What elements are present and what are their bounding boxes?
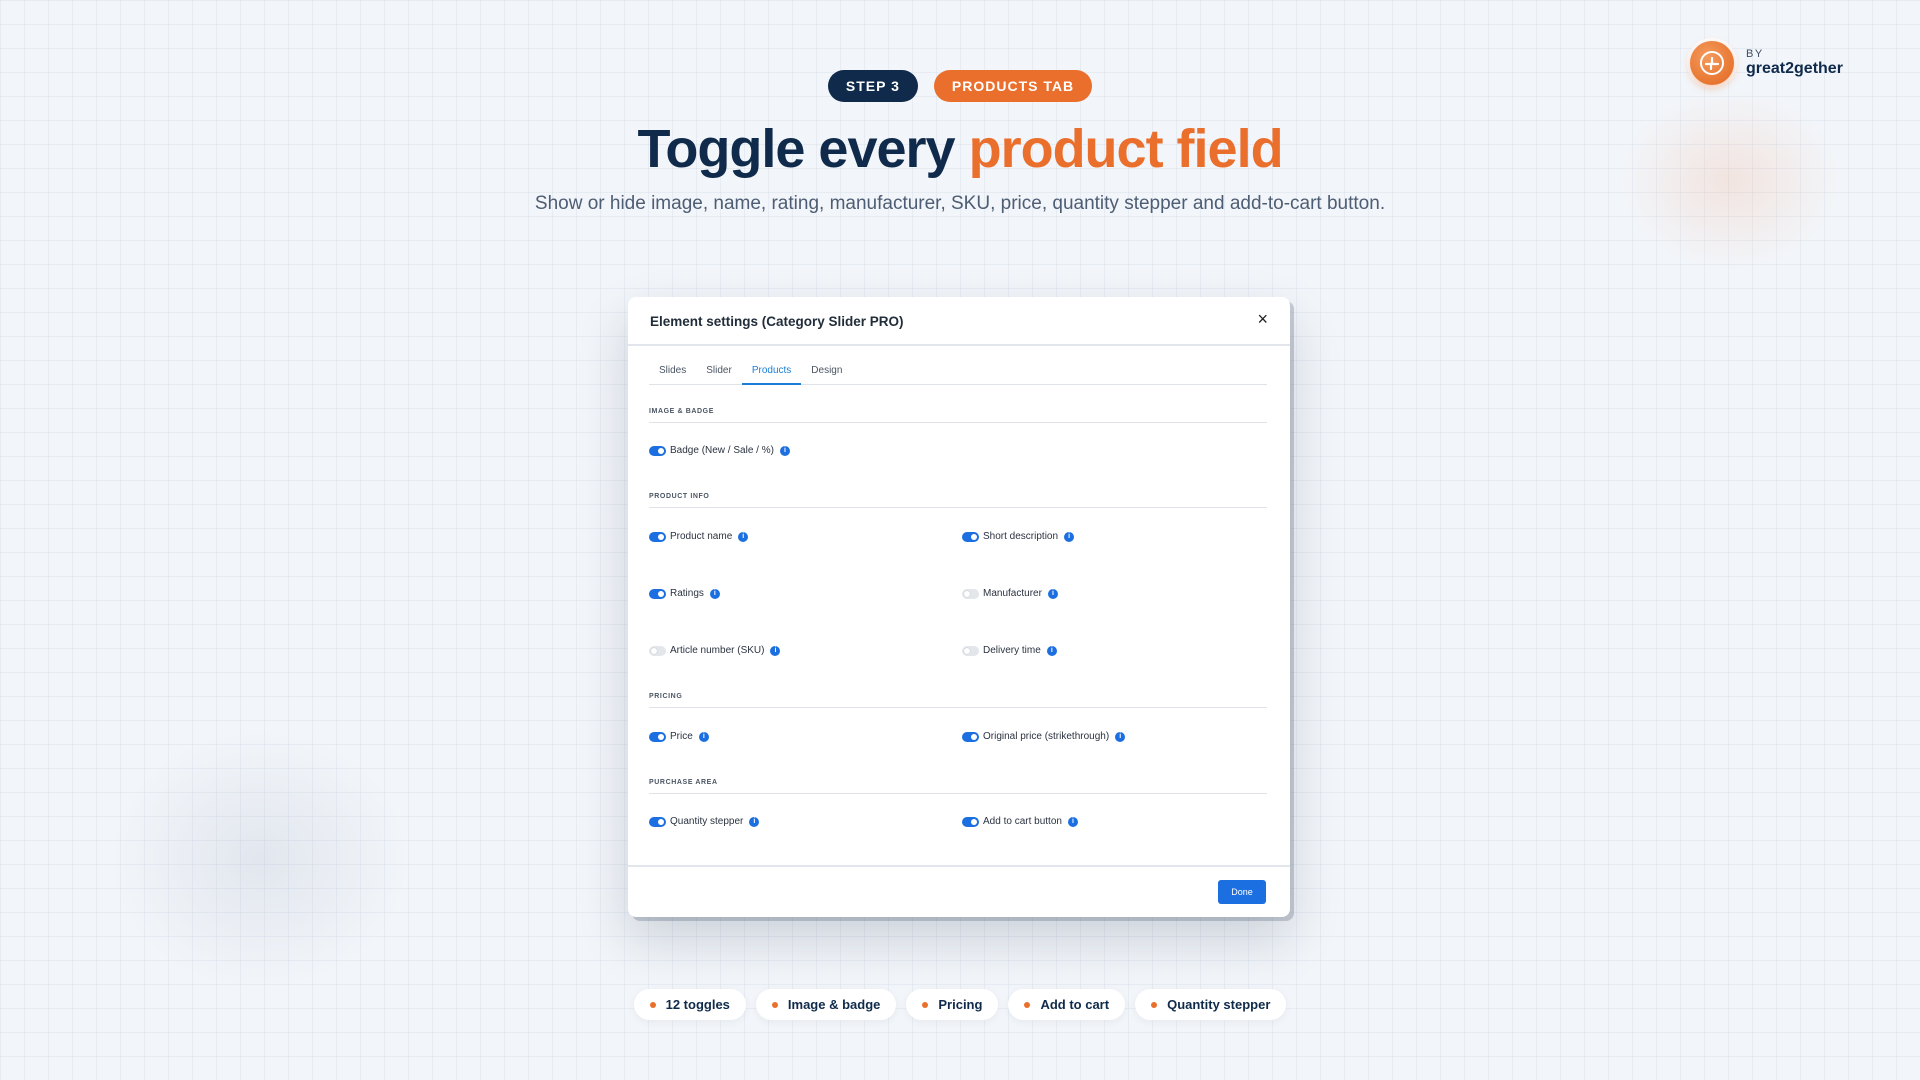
modal-header: Element settings (Category Slider PRO) × [628,297,1290,346]
toggle-row-price: Price i [649,731,709,742]
chip-toggles: 12 toggles [633,989,746,1020]
toggle-row-ratings: Ratings i [649,588,720,599]
chip-label: 12 toggles [665,997,730,1012]
chip-label: Quantity stepper [1167,997,1271,1012]
short-description-toggle[interactable] [962,531,979,542]
info-icon[interactable]: i [1064,531,1075,542]
subtitle: Show or hide image, name, rating, manufa… [534,193,1386,214]
modal-title: Element settings (Category Slider PRO) [650,314,904,329]
step-pill: STEP 3 [827,70,918,102]
chip-add-to-cart: Add to cart [1008,989,1126,1020]
quantity-stepper-toggle[interactable] [649,816,666,827]
product-name-label: Product name [670,531,733,542]
brand-by: BY [1746,48,1764,61]
ratings-toggle[interactable] [649,588,666,599]
chip-label: Image & badge [787,997,881,1012]
tab-bar: Slides Slider Products Design [649,358,1267,385]
sku-toggle[interactable] [649,645,666,656]
info-icon[interactable]: i [698,731,709,742]
quantity-stepper-label: Quantity stepper [670,816,744,827]
info-icon[interactable]: i [1046,645,1057,656]
delivery-time-label: Delivery time [983,645,1041,656]
short-description-label: Short description [983,531,1059,542]
tab-slides[interactable]: Slides [649,358,696,385]
tab-pill: PRODUCTS TAB [933,70,1093,102]
chip-dot-icon [922,1001,929,1008]
info-icon[interactable]: i [1067,816,1078,827]
headline: Toggle every product field [0,118,1920,180]
info-icon[interactable]: i [770,645,781,656]
feature-chips: 12 toggles Image & badge Pricing Add to … [0,989,1920,1020]
headline-main: Toggle every [637,119,955,179]
original-price-label: Original price (strikethrough) [983,731,1110,742]
sku-label: Article number (SKU) [670,645,765,656]
background-glow-orange [1620,90,1840,270]
background-glow-grey [110,730,410,990]
badge-label: Badge (New / Sale / %) [670,445,774,456]
ratings-label: Ratings [670,588,704,599]
tab-design[interactable]: Design [801,358,852,385]
done-button[interactable]: Done [1218,880,1266,904]
toggle-row-quantity-stepper: Quantity stepper i [649,816,760,827]
info-icon[interactable]: i [1047,588,1058,599]
toggle-row-delivery-time: Delivery time i [962,645,1057,656]
toggle-row-original-price: Original price (strikethrough) i [962,731,1126,742]
tab-products[interactable]: Products [741,358,802,385]
chip-dot-icon [1151,1001,1158,1008]
section-purchase-area: PURCHASE AREA [649,779,1267,794]
add-to-cart-toggle[interactable] [962,816,979,827]
info-icon[interactable]: i [1115,731,1126,742]
add-to-cart-label: Add to cart button [983,816,1062,827]
chip-pricing: Pricing [906,989,999,1020]
original-price-toggle[interactable] [962,731,979,742]
toggle-row-manufacturer: Manufacturer i [962,588,1058,599]
section-pricing: PRICING [649,693,1267,708]
product-name-toggle[interactable] [649,531,666,542]
chip-dot-icon [649,1001,656,1008]
badge-toggle[interactable] [649,445,666,456]
chip-quantity-stepper: Quantity stepper [1135,989,1287,1020]
close-icon[interactable]: × [1257,310,1268,328]
section-image-badge: IMAGE & BADGE [649,408,1267,423]
toggle-row-sku: Article number (SKU) i [649,645,781,656]
info-icon[interactable]: i [779,445,790,456]
tab-slider[interactable]: Slider [696,358,742,385]
info-icon[interactable]: i [709,588,720,599]
delivery-time-toggle[interactable] [962,645,979,656]
toggle-row-short-description: Short description i [962,531,1075,542]
price-label: Price [670,731,693,742]
price-toggle[interactable] [649,731,666,742]
header-pills: STEP 3 PRODUCTS TAB [0,70,1920,102]
chip-label: Add to cart [1040,997,1110,1012]
toggle-row-badge: Badge (New / Sale / %) i [649,445,790,456]
chip-dot-icon [1024,1001,1031,1008]
toggle-row-product-name: Product name i [649,531,749,542]
headline-accent: product field [968,119,1284,179]
manufacturer-toggle[interactable] [962,588,979,599]
info-icon[interactable]: i [749,816,760,827]
info-icon[interactable]: i [738,531,749,542]
section-product-info: PRODUCT INFO [649,493,1267,508]
toggle-row-add-to-cart: Add to cart button i [962,816,1078,827]
element-settings-modal: Element settings (Category Slider PRO) ×… [628,297,1290,917]
chip-dot-icon [771,1001,778,1008]
manufacturer-label: Manufacturer [983,588,1042,599]
chip-label: Pricing [938,997,983,1012]
chip-image-badge: Image & badge [755,989,897,1020]
modal-footer: Done [628,865,1290,917]
